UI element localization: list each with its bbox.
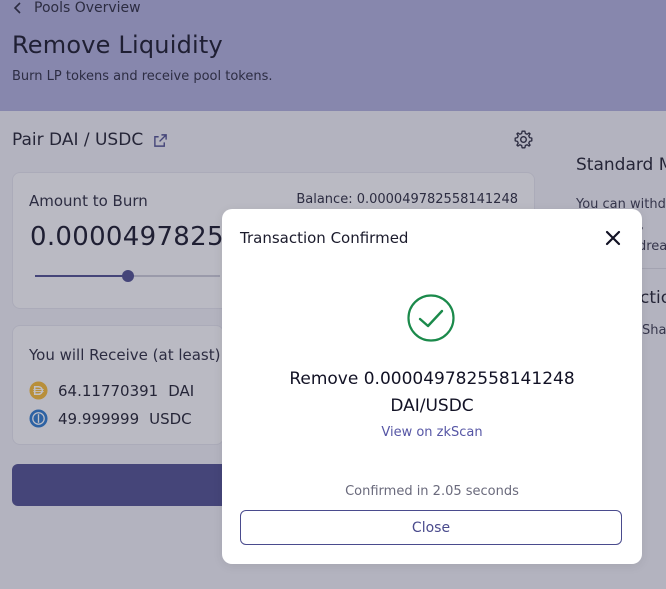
removed-pair-text: DAI/USDC — [390, 396, 474, 416]
confirmation-time-text: Confirmed in 2.05 seconds — [345, 484, 519, 499]
success-check-icon — [407, 294, 455, 342]
close-icon[interactable] — [604, 229, 622, 247]
close-button[interactable]: Close — [240, 510, 622, 545]
dialog-title: Transaction Confirmed — [240, 229, 409, 247]
view-on-zkscan-link[interactable]: View on zkScan — [222, 425, 642, 440]
removed-amount-text: Remove 0.000049782558141248 — [289, 369, 575, 389]
transaction-confirmed-dialog: Transaction Confirmed Remove 0.000049782… — [222, 209, 642, 564]
